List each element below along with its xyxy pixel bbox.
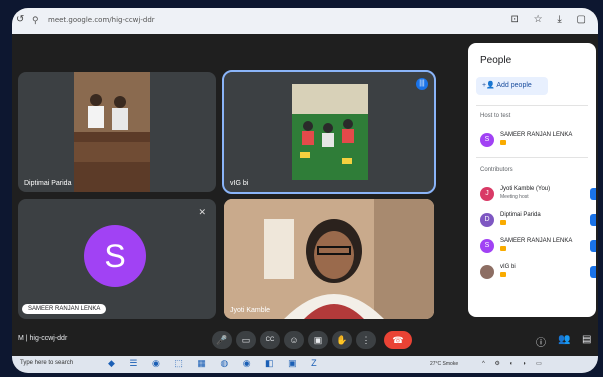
speaking-indicator-icon: ||| [416, 78, 428, 90]
mic-off-icon: ✕ [198, 207, 206, 217]
info-icon[interactable]: ⓘ [536, 334, 546, 349]
participant-tile-self[interactable]: Jyoti Kamble [224, 199, 434, 319]
url-text[interactable]: meet.google.com/hig-ccwj-ddr [48, 16, 155, 24]
avatar: S [84, 225, 146, 287]
more-options-icon[interactable] [590, 214, 596, 226]
section-contributors-label: Contributors [480, 167, 513, 173]
avatar [480, 265, 494, 279]
badge-icon [500, 140, 506, 145]
person-role: Meeting host [500, 194, 529, 200]
participant-name: vIG bi [230, 180, 249, 187]
add-person-icon: +👤 [482, 82, 497, 89]
end-call-button[interactable]: ☎ [384, 331, 412, 349]
classroom-video-image [292, 84, 368, 180]
badge-icon [500, 246, 506, 251]
person-name: vIG bi [500, 264, 516, 270]
raise-hand-button[interactable]: ✋ [332, 331, 352, 349]
list-item[interactable]: S SAMEER RANJAN LENKA [480, 131, 596, 151]
person-name: Diptimai Parida [500, 212, 541, 218]
divider [476, 105, 588, 106]
avatar: S [480, 239, 494, 253]
participant-name: Diptimai Parida [24, 180, 72, 187]
list-item[interactable]: D Diptimai Parida [480, 211, 596, 231]
more-options-button[interactable]: ⋮ [356, 331, 376, 349]
people-icon[interactable]: 👥 [558, 334, 570, 345]
present-button[interactable]: ▣ [308, 331, 328, 349]
avatar: J [480, 187, 494, 201]
more-options-icon[interactable] [590, 266, 596, 278]
add-people-label: Add people [496, 82, 532, 89]
badge-icon [500, 272, 506, 277]
system-tray-icons[interactable]: ^ ⚙ ◐ ◗ ▭ [482, 360, 546, 367]
avatar: S [480, 133, 494, 147]
divider [476, 157, 588, 158]
taskbar-search-input[interactable]: Type here to search [20, 360, 73, 366]
list-item[interactable]: S SAMEER RANJAN LENKA [480, 237, 596, 257]
person-name: SAMEER RANJAN LENKA [500, 132, 573, 138]
participant-name: Jyoti Kamble [230, 307, 271, 314]
taskbar-app-icons[interactable]: ◆ ☰ ◉ ⬚ ▦ ◍ ◉ ◧ ▣ Z [108, 358, 323, 369]
add-people-button[interactable]: +👤 Add people [476, 77, 548, 95]
section-host-label: Host to test [480, 113, 511, 119]
screen-frame: ↺ ⚲ meet.google.com/hig-ccwj-ddr ⊡ ☆ ⤓ ▢… [12, 8, 598, 373]
list-item[interactable]: vIG bi [480, 263, 596, 283]
person-name: SAMEER RANJAN LENKA [500, 238, 573, 244]
video-feed [292, 84, 368, 180]
person-name: Jyoti Kamble (You) [500, 186, 551, 192]
classroom-video-image [74, 72, 150, 192]
panel-title: People [480, 55, 512, 66]
emoji-button[interactable]: ☺ [284, 331, 304, 349]
reload-icon[interactable]: ↺ [16, 14, 24, 25]
browser-action-icons[interactable]: ⊡ ☆ ⤓ ▢ [510, 14, 592, 25]
meeting-controls: M | hig-ccwj-ddr 🎤 ▭ CC ☺ ▣ ✋ ⋮ ☎ ⓘ 👥 ▤ [12, 324, 598, 356]
site-info-icon[interactable]: ⚲ [32, 15, 39, 26]
mic-button[interactable]: 🎤 [212, 331, 232, 349]
weather-widget[interactable]: 27°C Smoke [430, 361, 458, 367]
video-feed [74, 72, 150, 192]
badge-icon [500, 220, 506, 225]
camera-button[interactable]: ▭ [236, 331, 256, 349]
meeting-code: M | hig-ccwj-ddr [18, 335, 68, 342]
people-panel: People +👤 Add people Host to test S SAME… [468, 43, 596, 317]
participant-name: SAMEER RANJAN LENKA [22, 304, 107, 314]
captions-button[interactable]: CC [260, 331, 280, 349]
participant-tile[interactable]: S ✕ SAMEER RANJAN LENKA [18, 199, 216, 319]
list-item[interactable]: J Jyoti Kamble (You) Meeting host [480, 185, 596, 205]
video-feed [224, 199, 434, 319]
avatar: D [480, 213, 494, 227]
participant-tile-active[interactable]: ||| vIG bi [222, 70, 436, 194]
participant-tile[interactable]: Diptimai Parida [18, 72, 216, 192]
chat-icon[interactable]: ▤ [582, 334, 591, 345]
more-options-icon[interactable] [590, 188, 596, 200]
os-taskbar: Type here to search ◆ ☰ ◉ ⬚ ▦ ◍ ◉ ◧ ▣ Z … [12, 356, 598, 373]
more-options-icon[interactable] [590, 240, 596, 252]
webcam-video-image [224, 199, 434, 319]
browser-address-bar: ↺ ⚲ meet.google.com/hig-ccwj-ddr ⊡ ☆ ⤓ ▢ [12, 8, 598, 34]
